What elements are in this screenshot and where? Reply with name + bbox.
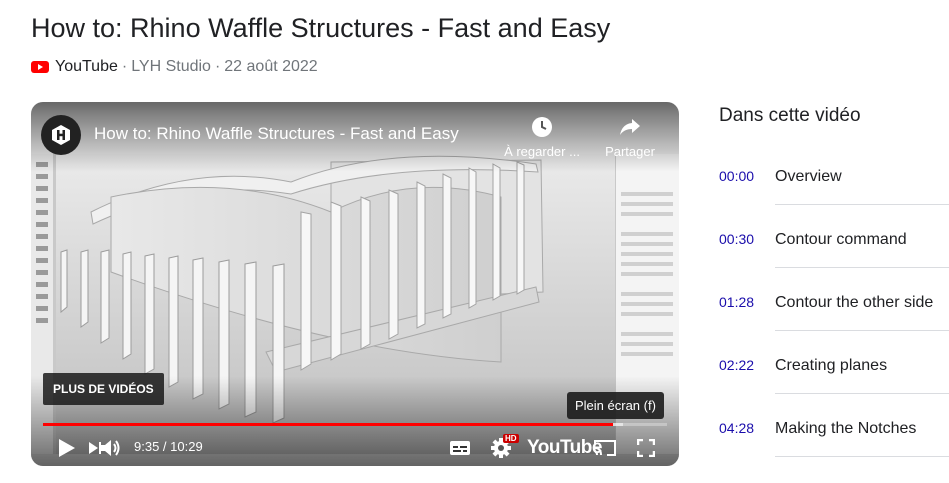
cast-icon [594,440,616,456]
watch-later-label: À regarder ... [504,144,580,159]
chapter-item[interactable]: 00:30 Contour command [719,231,949,294]
fullscreen-icon [637,439,655,457]
share-label: Partager [605,144,655,159]
chapter-divider [775,267,949,268]
chapter-timestamp[interactable]: 00:00 [719,168,754,184]
video-meta: YouTube · LYH Studio · 22 août 2022 [31,58,318,76]
clock-icon [532,117,552,137]
chapter-timestamp[interactable]: 02:22 [719,357,754,373]
settings-button[interactable]: HD [487,434,519,462]
page-title[interactable]: How to: Rhino Waffle Structures - Fast a… [31,13,610,44]
youtube-logo-icon [31,61,49,73]
captions-button[interactable] [447,435,473,461]
chapter-timestamp[interactable]: 00:30 [719,231,754,247]
time-display: 9:35 / 10:29 [134,439,203,454]
progress-played [43,423,614,426]
video-player[interactable]: How to: Rhino Waffle Structures - Fast a… [31,102,679,466]
chapters-heading: Dans cette vidéo [719,105,861,126]
meta-separator: · [214,58,221,75]
chapter-timestamp[interactable]: 04:28 [719,420,754,436]
chapter-item[interactable]: 04:28 Making the Notches [719,420,949,483]
chapter-label[interactable]: Making the Notches [775,420,916,438]
chapter-item[interactable]: 02:22 Creating planes [719,357,949,420]
chapter-label[interactable]: Creating planes [775,357,887,375]
player-video-title[interactable]: How to: Rhino Waffle Structures - Fast a… [94,124,459,144]
meta-separator: · [121,58,128,75]
captions-icon [450,441,470,455]
chapter-label[interactable]: Contour command [775,231,907,249]
chapter-item[interactable]: 01:28 Contour the other side [719,294,949,357]
volume-icon [100,440,120,456]
chapter-timestamp[interactable]: 01:28 [719,294,754,310]
channel-name: LYH Studio [131,58,211,75]
share-button[interactable]: Partager [585,116,675,159]
fullscreen-tooltip: Plein écran (f) [567,392,664,419]
cast-button[interactable] [591,435,619,461]
chapter-divider [775,456,949,457]
watch-later-button[interactable]: À regarder ... [497,116,587,159]
volume-button[interactable] [97,435,123,461]
chapter-divider [775,330,949,331]
chapter-item[interactable]: 00:00 Overview [719,168,949,231]
play-icon [59,439,75,457]
chapter-label[interactable]: Contour the other side [775,294,933,312]
play-button[interactable] [53,435,81,461]
share-arrow-icon [620,119,640,135]
source-name: YouTube [55,58,118,75]
fullscreen-button[interactable] [633,435,659,461]
channel-logo-icon[interactable] [41,115,81,155]
more-videos-button[interactable]: PLUS DE VIDÉOS [43,373,164,405]
publish-date: 22 août 2022 [224,58,318,75]
chapter-divider [775,393,949,394]
chapter-label[interactable]: Overview [775,168,842,186]
progress-bar[interactable] [43,423,667,426]
hd-badge: HD [503,434,519,443]
chapter-divider [775,204,949,205]
